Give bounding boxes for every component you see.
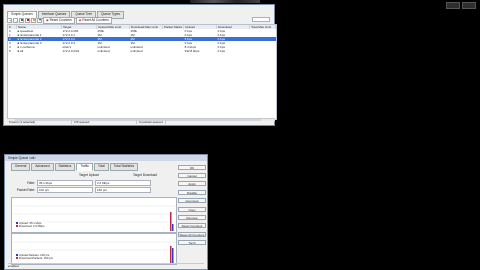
packet-rate-upload-field: 100 p/s — [37, 187, 93, 193]
legend-download: Download: 2.6 Mbps — [16, 225, 45, 228]
top-control-2[interactable] — [462, 2, 476, 9]
comment-button[interactable]: Comment — [178, 198, 206, 203]
enable-icon[interactable] — [19, 17, 24, 23]
packet-graph: Upload Packets: 100 p/s Download Packets… — [11, 233, 177, 265]
reset-counters-label: Reset Counters — [49, 18, 72, 22]
rate-graph: Upload: 35.1 kbps Download: 2.6 Mbps — [11, 197, 177, 233]
tab-traffic[interactable]: Traffic — [76, 163, 93, 171]
row-target: 172.2.0.0/24 — [62, 49, 80, 53]
disable-button[interactable]: Disable — [178, 190, 206, 195]
torch-button[interactable]: Torch — [178, 240, 206, 245]
packet-rate-label: Packet Rate: — [16, 188, 35, 192]
row-download: 0 bps — [217, 49, 226, 53]
row-name-cell: ■ all — [17, 49, 62, 53]
ok-button[interactable]: OK — [178, 165, 206, 170]
reset-all-counters-button[interactable]: ◉ Reset All Counters — [75, 17, 112, 24]
rate-row: Rate: 35.1 kbps 2.6 Mbps — [23, 180, 151, 186]
packet-bar-download — [170, 246, 172, 263]
row-marks — [163, 49, 184, 53]
rate-upload-field: 35.1 kbps — [37, 180, 93, 186]
tab-advanced[interactable]: Advanced — [31, 163, 54, 171]
remove-icon[interactable]: - — [13, 17, 18, 23]
apply-button[interactable]: Apply — [178, 181, 206, 186]
legend-download-packets: Download Packets: 150 p/s — [16, 257, 53, 260]
table-row[interactable]: 5 ■ all 172.2.0.0/24 unlimited unlimited… — [8, 49, 276, 53]
row-down: unlimited — [130, 49, 143, 53]
rate-label: Rate: — [27, 181, 35, 185]
legend-upload-swatch — [16, 222, 18, 225]
simple-queue-dialog: Simple Queue <all> General Advanced Stat… — [4, 154, 208, 270]
legend-download-packets-swatch — [16, 257, 18, 260]
row-num: 5 — [9, 49, 11, 53]
row-name: all — [20, 49, 24, 53]
top-window-controls — [446, 2, 476, 9]
status-queued-bytes: 0 B queued — [72, 119, 137, 124]
row-total — [250, 49, 276, 53]
top-control-1[interactable] — [446, 2, 460, 9]
rate-download-field: 2.6 Mbps — [95, 180, 151, 186]
dialog-title: Simple Queue <all> — [5, 155, 207, 161]
target-upload-header: Target Upload — [79, 173, 99, 177]
filter-icon[interactable] — [37, 17, 42, 23]
rate-bar-upload — [172, 224, 174, 231]
add-icon[interactable]: + — [7, 17, 12, 23]
target-download-label: Target Download — [133, 173, 157, 177]
queue-toolbar: + - ◉ Reset Counters ◉ Reset All Counter… — [7, 17, 112, 24]
reset-all-counters-icon: ◉ — [78, 18, 82, 22]
status-items: 6 items (1 selected) — [7, 119, 72, 124]
comment-icon[interactable] — [31, 17, 36, 23]
cancel-button[interactable]: Cancel — [178, 173, 206, 178]
blurred-header-text — [190, 0, 260, 3]
packet-bar-upload — [172, 248, 174, 263]
disable-icon[interactable] — [25, 17, 30, 23]
target-download-header: Target Download — [133, 173, 157, 177]
dialog-status: enabled — [8, 263, 204, 268]
legend-download-packets-label: Download Packets: 150 p/s — [19, 256, 53, 261]
reset-counters-icon: ◉ — [46, 18, 49, 22]
queue-list-window: Simple Queues Interface Queues Queue Tre… — [3, 4, 277, 126]
reset-all-counters-button-dialog[interactable]: Reset All Counters — [178, 232, 206, 237]
row-upload: 932.8 kbps — [184, 49, 200, 53]
status-bar: 6 items (1 selected) 0 B queued 0 packet… — [7, 118, 275, 124]
legend-upload-packets-swatch — [16, 254, 18, 257]
packet-rate-download-field: 150 p/s — [95, 187, 151, 193]
status-queued-packets: 0 packets queued — [137, 119, 166, 124]
target-upload-label: Target Upload — [79, 173, 99, 177]
packet-legend: Upload Packets: 100 p/s Download Packets… — [16, 253, 53, 261]
rate-legend: Upload: 35.1 kbps Download: 2.6 Mbps — [16, 221, 45, 229]
tab-total-statistics[interactable]: Total Statistics — [109, 163, 139, 171]
tab-statistics[interactable]: Statistics — [54, 163, 76, 171]
tab-total[interactable]: Total — [93, 163, 109, 171]
row-up: unlimited — [97, 49, 110, 53]
reset-counters-button[interactable]: ◉ Reset Counters — [43, 17, 75, 24]
search-input[interactable] — [252, 17, 270, 22]
legend-download-swatch — [16, 225, 18, 228]
tab-general[interactable]: General — [11, 163, 31, 171]
legend-download-label: Download: 2.6 Mbps — [19, 224, 45, 229]
remove-button[interactable]: Remove — [178, 215, 206, 220]
packet-rate-row: Packet Rate: 100 p/s 150 p/s — [11, 187, 151, 193]
queue-table: # Name Target Upload Max Limit Download … — [7, 24, 277, 120]
copy-button[interactable]: Copy — [178, 207, 206, 212]
reset-counters-button-dialog[interactable]: Reset Counters — [178, 223, 206, 228]
rate-bar-download — [170, 212, 172, 231]
col-packet-marks[interactable]: Packet Marks — [162, 25, 185, 29]
dialog-tabs: General Advanced Statistics Traffic Tota… — [11, 163, 139, 171]
reset-all-counters-label: Reset All Counters — [82, 18, 109, 22]
